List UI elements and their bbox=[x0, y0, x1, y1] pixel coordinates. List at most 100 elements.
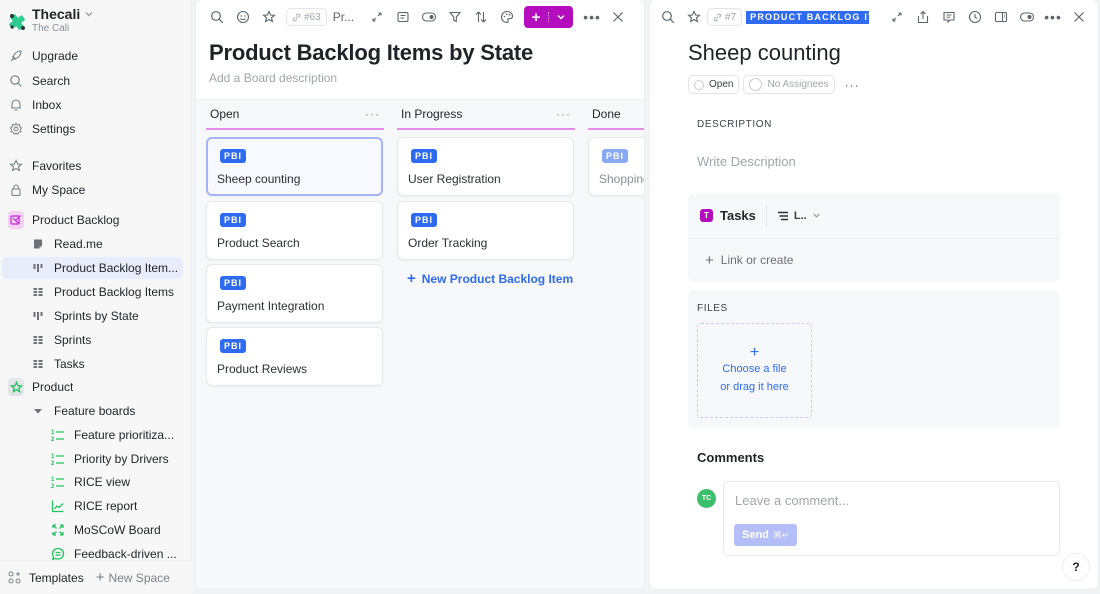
new-item-button[interactable]: + New Product Backlog Item bbox=[407, 270, 573, 287]
assignees-chip[interactable]: No Assignees bbox=[743, 75, 835, 94]
card-title: Shopping bbox=[599, 172, 644, 186]
board-card[interactable]: PBI Sheep counting bbox=[206, 137, 383, 196]
link-icon bbox=[713, 13, 722, 21]
more-icon[interactable]: ••• bbox=[579, 6, 605, 28]
sidebar-footer: Templates + New Space bbox=[0, 560, 192, 594]
link-or-create-button[interactable]: + Link or create bbox=[688, 239, 1060, 281]
board-description-input[interactable]: Add a Board description bbox=[209, 71, 337, 85]
sidebar-space-product[interactable]: Product bbox=[2, 376, 183, 398]
lane-title: Done bbox=[592, 107, 621, 121]
side-panel-icon[interactable] bbox=[988, 6, 1014, 28]
lane-done: Done PBI Shopping bbox=[588, 100, 644, 196]
lane-more-icon[interactable]: ··· bbox=[556, 107, 571, 121]
send-comment-button[interactable]: Send ⌘↵ bbox=[734, 524, 798, 546]
lane-header: Done bbox=[588, 100, 644, 130]
lane-title: Open bbox=[210, 107, 240, 121]
document-icon bbox=[30, 236, 46, 252]
help-button[interactable]: ? bbox=[1063, 554, 1089, 580]
board-card[interactable]: PBI Shopping bbox=[588, 137, 644, 196]
sidebar-item-settings[interactable]: Settings bbox=[2, 118, 183, 140]
sidebar-item-product-backlog-items[interactable]: Product Backlog Items bbox=[2, 281, 183, 303]
table-view-icon bbox=[30, 284, 46, 300]
palette-icon[interactable] bbox=[494, 6, 520, 28]
sidebar-item-upgrade[interactable]: Upgrade bbox=[2, 45, 183, 67]
more-properties-icon[interactable]: ··· bbox=[845, 78, 860, 92]
sidebar-item-product-backlog-items-by-state[interactable]: Product Backlog Item... bbox=[2, 257, 183, 279]
sidebar-item-readme[interactable]: Read.me bbox=[2, 233, 183, 255]
board-card[interactable]: PBI Product Search bbox=[206, 201, 383, 260]
gear-icon bbox=[8, 121, 24, 137]
sidebar-item-my-space[interactable]: My Space bbox=[2, 179, 183, 201]
toggle-icon[interactable] bbox=[1014, 6, 1040, 28]
sidebar-item-feature-prioritization[interactable]: 12 Feature prioritiza... bbox=[2, 424, 183, 446]
board-card[interactable]: PBI Order Tracking bbox=[397, 201, 574, 260]
more-icon[interactable]: ••• bbox=[1040, 6, 1066, 28]
sidebar-item-sprints[interactable]: Sprints bbox=[2, 329, 183, 351]
description-label: DESCRIPTION bbox=[697, 119, 772, 130]
card-type-badge: PBI bbox=[220, 149, 247, 163]
board-card[interactable]: PBI Payment Integration bbox=[206, 264, 383, 323]
sidebar-item-inbox[interactable]: Inbox bbox=[2, 94, 183, 116]
workspace-logo-icon bbox=[9, 14, 25, 30]
card-title: Payment Integration bbox=[217, 299, 325, 313]
sort-icon[interactable] bbox=[468, 6, 494, 28]
clock-icon[interactable] bbox=[962, 6, 988, 28]
comments-title: Comments bbox=[697, 450, 765, 465]
copy-link-chip[interactable]: #63 bbox=[286, 8, 327, 26]
breadcrumb[interactable]: Pr... bbox=[333, 10, 354, 24]
close-icon[interactable] bbox=[605, 6, 631, 28]
star-icon[interactable] bbox=[256, 6, 282, 28]
sidebar-item-favorites[interactable]: Favorites bbox=[2, 155, 183, 177]
search-icon[interactable] bbox=[204, 6, 230, 28]
item-title[interactable]: Sheep counting bbox=[688, 40, 841, 66]
sidebar-space-product-backlog[interactable]: Product Backlog bbox=[2, 209, 183, 231]
card-type-badge: PBI bbox=[411, 149, 438, 163]
file-dropzone[interactable]: + Choose a file or drag it here bbox=[697, 323, 812, 418]
workspace-switcher[interactable]: Thecali The Cali bbox=[6, 6, 94, 34]
sidebar-folder-feature-boards[interactable]: Feature boards bbox=[2, 400, 183, 422]
share-icon[interactable] bbox=[910, 6, 936, 28]
svg-text:2: 2 bbox=[51, 461, 55, 466]
search-icon[interactable] bbox=[655, 6, 681, 28]
filter-icon[interactable] bbox=[442, 6, 468, 28]
lane-more-icon[interactable]: ··· bbox=[365, 107, 380, 121]
lock-icon bbox=[8, 182, 24, 198]
description-input[interactable]: Write Description bbox=[697, 154, 796, 169]
sidebar-item-rice-view[interactable]: 12 RICE view bbox=[2, 471, 183, 493]
status-chip[interactable]: Open bbox=[688, 75, 740, 94]
card-title: Product Reviews bbox=[217, 362, 308, 376]
sidebar: Thecali The Cali Upgrade Search Inbox Se… bbox=[0, 0, 192, 594]
ordered-list-icon: 12 bbox=[50, 474, 66, 490]
star-icon[interactable] bbox=[681, 6, 707, 28]
ordered-list-icon: 12 bbox=[50, 451, 66, 467]
board-title[interactable]: Product Backlog Items by State bbox=[209, 40, 533, 66]
comment-icon[interactable] bbox=[936, 6, 962, 28]
comment-input[interactable] bbox=[735, 493, 1035, 508]
sidebar-item-priority-by-drivers[interactable]: 12 Priority by Drivers bbox=[2, 448, 183, 470]
sidebar-item-moscow-board[interactable]: MoSCoW Board bbox=[2, 519, 183, 541]
sidebar-item-rice-report[interactable]: RICE report bbox=[2, 495, 183, 517]
emoji-icon[interactable] bbox=[230, 6, 256, 28]
board-card[interactable]: PBI Product Reviews bbox=[206, 327, 383, 386]
copy-link-chip[interactable]: #7 bbox=[707, 8, 743, 26]
new-space-button[interactable]: + New Space bbox=[96, 570, 170, 585]
chevron-down-icon bbox=[813, 213, 820, 218]
chevron-down-icon[interactable] bbox=[549, 12, 573, 22]
card-view-icon[interactable] bbox=[390, 6, 416, 28]
templates-button[interactable]: Templates bbox=[8, 571, 84, 585]
sidebar-item-tasks[interactable]: Tasks bbox=[2, 353, 183, 375]
item-type-tag[interactable]: PRODUCT BACKLOG IT bbox=[746, 10, 870, 24]
plus-icon: + bbox=[407, 270, 416, 287]
close-icon[interactable] bbox=[1066, 6, 1092, 28]
toggle-icon[interactable] bbox=[416, 6, 442, 28]
sidebar-item-sprints-by-state[interactable]: Sprints by State bbox=[2, 305, 183, 327]
tasks-view-selector[interactable]: L.. bbox=[777, 210, 821, 222]
board-card[interactable]: PBI User Registration bbox=[397, 137, 574, 196]
add-item-split-button[interactable]: + bbox=[524, 6, 574, 28]
lane-title: In Progress bbox=[401, 107, 463, 121]
plus-icon: + bbox=[705, 251, 714, 269]
plus-icon[interactable]: + bbox=[524, 9, 548, 26]
expand-icon[interactable] bbox=[364, 6, 390, 28]
expand-icon[interactable] bbox=[884, 6, 910, 28]
sidebar-item-search[interactable]: Search bbox=[2, 70, 183, 92]
